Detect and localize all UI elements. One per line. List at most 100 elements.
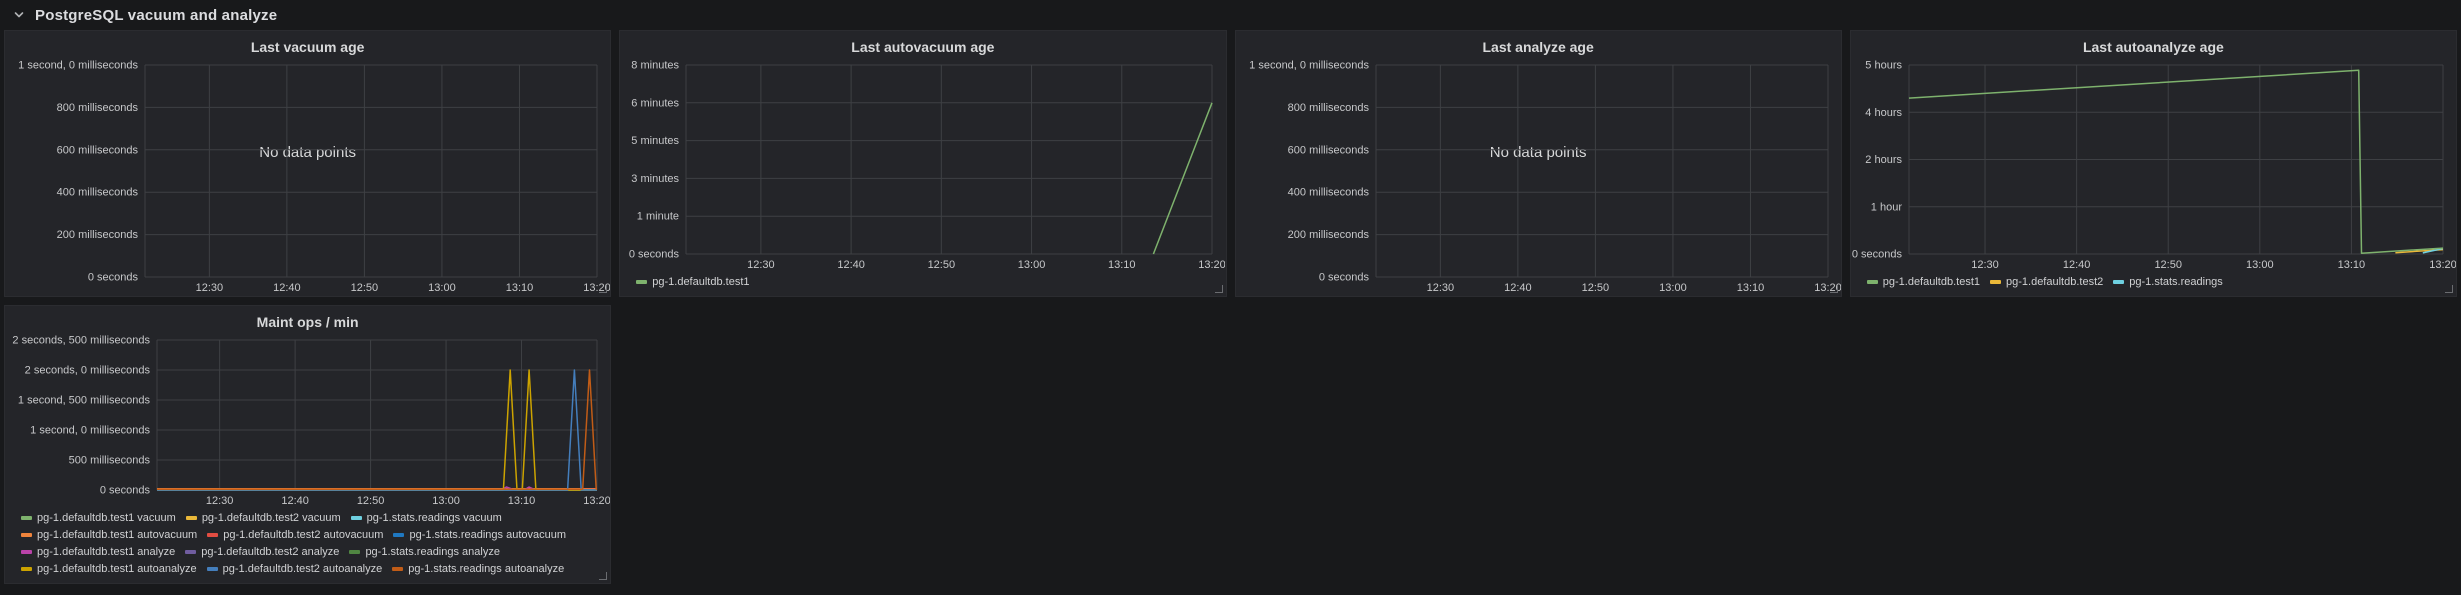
chart-canvas[interactable]: 0 seconds1 hour2 hours4 hours5 hours12:3… [1851, 58, 2456, 273]
legend-item-label: pg-1.defaultdb.test1 analyze [37, 545, 175, 559]
svg-text:6 minutes: 6 minutes [632, 97, 680, 109]
legend-item[interactable]: pg-1.defaultdb.test1 vacuum [21, 511, 176, 525]
svg-text:13:00: 13:00 [1659, 282, 1687, 294]
chevron-down-icon[interactable] [12, 8, 26, 22]
legend-item-label: pg-1.stats.readings vacuum [367, 511, 502, 525]
svg-text:12:50: 12:50 [2154, 259, 2182, 271]
series-color-icon [207, 533, 218, 537]
legend-item[interactable]: pg-1.defaultdb.test1 analyze [21, 545, 175, 559]
svg-text:13:10: 13:10 [2337, 259, 2365, 271]
series-color-icon [349, 550, 360, 554]
legend-item-label: pg-1.defaultdb.test1 vacuum [37, 511, 176, 525]
svg-text:0 seconds: 0 seconds [1852, 249, 1903, 261]
legend-item[interactable]: pg-1.stats.readings autoanalyze [392, 562, 564, 576]
svg-text:600 milliseconds: 600 milliseconds [57, 144, 139, 156]
series-color-icon [186, 516, 197, 520]
svg-text:400 milliseconds: 400 milliseconds [57, 187, 139, 199]
svg-text:1 second, 0 milliseconds: 1 second, 0 milliseconds [1249, 60, 1369, 72]
svg-text:12:30: 12:30 [747, 259, 775, 271]
panel-resize-handle[interactable] [1830, 285, 1838, 293]
dashboard-row-header[interactable]: PostgreSQL vacuum and analyze [4, 0, 2457, 30]
svg-text:400 milliseconds: 400 milliseconds [1287, 187, 1369, 199]
panel-row-top: Last vacuum age No data points 0 seconds… [4, 30, 2457, 297]
legend-item[interactable]: pg-1.stats.readings autovacuum [393, 528, 566, 542]
legend-item-label: pg-1.stats.readings autovacuum [409, 528, 566, 542]
chart-canvas[interactable]: No data points 0 seconds200 milliseconds… [1236, 58, 1841, 296]
svg-text:8 minutes: 8 minutes [632, 60, 680, 72]
svg-text:2 seconds, 500 milliseconds: 2 seconds, 500 milliseconds [12, 335, 150, 347]
series-color-icon [207, 567, 218, 571]
series-color-icon [21, 550, 32, 554]
svg-text:13:10: 13:10 [506, 282, 534, 294]
svg-text:12:40: 12:40 [273, 282, 301, 294]
legend-item[interactable]: pg-1.defaultdb.test2 [1990, 275, 2103, 289]
svg-text:12:30: 12:30 [196, 282, 224, 294]
panel-resize-handle[interactable] [1215, 285, 1223, 293]
svg-text:200 milliseconds: 200 milliseconds [1287, 229, 1369, 241]
legend-item[interactable]: pg-1.defaultdb.test1 autoanalyze [21, 562, 197, 576]
svg-text:12:30: 12:30 [206, 495, 234, 507]
series-color-icon [351, 516, 362, 520]
svg-text:2 seconds, 0 milliseconds: 2 seconds, 0 milliseconds [25, 365, 151, 377]
svg-text:13:10: 13:10 [1736, 282, 1764, 294]
legend-item-label: pg-1.defaultdb.test1 [652, 275, 749, 289]
svg-text:0 seconds: 0 seconds [88, 272, 139, 284]
svg-text:13:10: 13:10 [1108, 259, 1136, 271]
chart-canvas[interactable]: No data points 0 seconds200 milliseconds… [5, 58, 610, 296]
svg-text:12:30: 12:30 [1426, 282, 1454, 294]
legend-item[interactable]: pg-1.defaultdb.test1 autovacuum [21, 528, 197, 542]
panel-last-autoanalyze-age: Last autoanalyze age 0 seconds1 hour2 ho… [1850, 30, 2457, 297]
series-color-icon [1990, 280, 2001, 284]
series-color-icon [392, 567, 403, 571]
legend-item[interactable]: pg-1.defaultdb.test2 autovacuum [207, 528, 383, 542]
panel-row-bottom: Maint ops / min 0 seconds500 millisecond… [4, 305, 2457, 584]
panel-resize-handle[interactable] [2445, 285, 2453, 293]
panel-resize-handle[interactable] [599, 572, 607, 580]
legend-item[interactable]: pg-1.defaultdb.test2 analyze [185, 545, 339, 559]
legend-item[interactable]: pg-1.stats.readings vacuum [351, 511, 502, 525]
series-color-icon [21, 567, 32, 571]
svg-text:1 second, 0 milliseconds: 1 second, 0 milliseconds [30, 425, 150, 437]
legend-item-label: pg-1.defaultdb.test2 vacuum [202, 511, 341, 525]
series-color-icon [393, 533, 404, 537]
svg-text:5 hours: 5 hours [1865, 60, 1902, 72]
legend-item-label: pg-1.defaultdb.test1 autovacuum [37, 528, 197, 542]
panel-last-vacuum-age: Last vacuum age No data points 0 seconds… [4, 30, 611, 297]
svg-text:800 milliseconds: 800 milliseconds [57, 102, 139, 114]
svg-text:0 seconds: 0 seconds [100, 485, 151, 497]
panel-maint-ops-min: Maint ops / min 0 seconds500 millisecond… [4, 305, 611, 584]
legend-item[interactable]: pg-1.defaultdb.test2 vacuum [186, 511, 341, 525]
panel-last-autovacuum-age: Last autovacuum age 0 seconds1 minute3 m… [619, 30, 1226, 297]
legend-item-label: pg-1.defaultdb.test2 [2006, 275, 2103, 289]
svg-text:13:00: 13:00 [428, 282, 456, 294]
panel-title[interactable]: Maint ops / min [5, 306, 610, 333]
legend-item[interactable]: pg-1.stats.readings [2113, 275, 2223, 289]
series-color-icon [1867, 280, 1878, 284]
legend-item[interactable]: pg-1.defaultdb.test1 [1867, 275, 1980, 289]
dashboard: PostgreSQL vacuum and analyze Last vacuu… [0, 0, 2461, 595]
svg-text:13:00: 13:00 [1018, 259, 1046, 271]
panel-title[interactable]: Last autovacuum age [620, 31, 1225, 58]
legend-item-label: pg-1.defaultdb.test2 autoanalyze [223, 562, 383, 576]
legend-item[interactable]: pg-1.defaultdb.test1 [636, 275, 749, 289]
legend-item[interactable]: pg-1.stats.readings analyze [349, 545, 500, 559]
svg-text:13:20: 13:20 [1198, 259, 1225, 271]
legend-item-label: pg-1.stats.readings [2129, 275, 2223, 289]
panel-resize-handle[interactable] [599, 285, 607, 293]
chart-canvas[interactable]: 0 seconds500 milliseconds1 second, 0 mil… [5, 333, 610, 509]
series-color-icon [636, 280, 647, 284]
svg-text:12:40: 12:40 [2063, 259, 2091, 271]
legend-item[interactable]: pg-1.defaultdb.test2 autoanalyze [207, 562, 383, 576]
legend-item-label: pg-1.defaultdb.test2 analyze [201, 545, 339, 559]
panel-title[interactable]: Last vacuum age [5, 31, 610, 58]
svg-text:800 milliseconds: 800 milliseconds [1287, 102, 1369, 114]
chart-canvas[interactable]: 0 seconds1 minute3 minutes5 minutes6 min… [620, 58, 1225, 273]
svg-text:12:50: 12:50 [357, 495, 385, 507]
series-color-icon [185, 550, 196, 554]
panel-title[interactable]: Last analyze age [1236, 31, 1841, 58]
svg-text:12:50: 12:50 [1581, 282, 1609, 294]
panel-title[interactable]: Last autoanalyze age [1851, 31, 2456, 58]
legend-item-label: pg-1.stats.readings analyze [365, 545, 500, 559]
svg-text:12:40: 12:40 [281, 495, 309, 507]
legend-item-label: pg-1.defaultdb.test1 [1883, 275, 1980, 289]
